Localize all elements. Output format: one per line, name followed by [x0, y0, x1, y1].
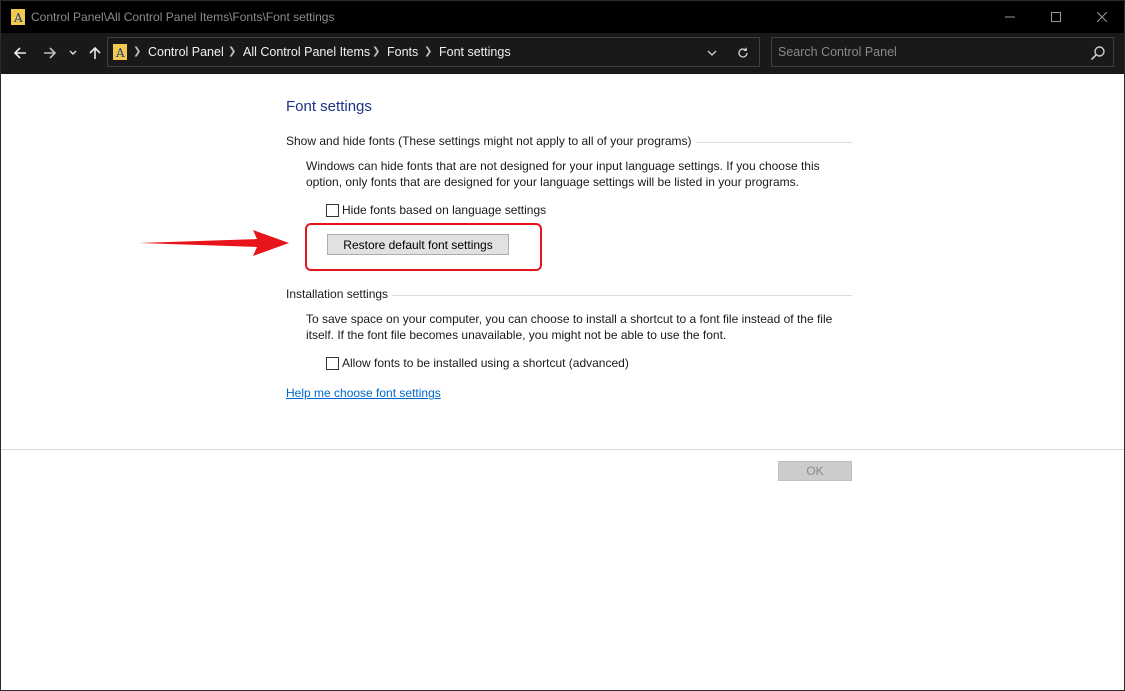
breadcrumb-fonts[interactable]: Fonts — [387, 45, 418, 59]
recent-locations-button[interactable] — [65, 41, 81, 65]
refresh-icon — [738, 47, 748, 58]
maximize-button[interactable] — [1033, 1, 1079, 33]
close-icon — [1097, 12, 1107, 22]
arrow-up-icon — [89, 46, 101, 59]
address-bar[interactable]: A ❯ Control Panel ❯ All Control Panel It… — [107, 37, 760, 67]
hide-fonts-checkbox-label[interactable]: Hide fonts based on language settings — [342, 203, 546, 217]
ok-button[interactable]: OK — [778, 461, 852, 481]
title-bar: A Control Panel\All Control Panel Items\… — [1, 1, 1124, 33]
show-hide-description: Windows can hide fonts that are not desi… — [306, 159, 820, 189]
show-hide-group-label: Show and hide fonts (These settings migh… — [286, 134, 696, 148]
chevron-down-icon — [69, 50, 77, 55]
installation-group-label: Installation settings — [286, 287, 393, 301]
allow-shortcut-checkbox[interactable] — [326, 356, 339, 370]
footer-divider — [1, 449, 1124, 450]
window-title: Control Panel\All Control Panel Items\Fo… — [31, 10, 335, 24]
minimize-icon — [1005, 16, 1015, 18]
minimize-button[interactable] — [987, 1, 1033, 33]
search-icon[interactable] — [1090, 45, 1106, 61]
restore-default-font-settings-button[interactable]: Restore default font settings — [327, 234, 509, 255]
back-button[interactable] — [9, 41, 31, 65]
hide-fonts-checkbox-row[interactable]: Hide fonts based on language settings — [326, 202, 546, 218]
breadcrumb-separator[interactable]: ❯ — [228, 46, 236, 57]
address-history-button[interactable] — [704, 45, 720, 61]
chevron-down-icon — [707, 50, 717, 56]
refresh-button[interactable] — [734, 44, 752, 62]
breadcrumb-separator[interactable]: ❯ — [424, 46, 432, 57]
forward-button[interactable] — [39, 41, 61, 65]
breadcrumb-all-items[interactable]: All Control Panel Items — [243, 45, 370, 59]
arrow-left-icon — [13, 47, 26, 59]
content-area: Font settings Show and hide fonts (These… — [1, 74, 1124, 450]
fonts-folder-icon: A — [11, 9, 25, 25]
font-settings-window: A Control Panel\All Control Panel Items\… — [0, 0, 1125, 691]
search-input[interactable] — [778, 43, 1078, 61]
close-button[interactable] — [1079, 1, 1125, 33]
maximize-icon — [1051, 12, 1061, 22]
allow-shortcut-checkbox-label[interactable]: Allow fonts to be installed using a shor… — [342, 356, 629, 370]
svg-text:A: A — [115, 46, 125, 60]
annotation-arrow-icon — [139, 230, 289, 256]
breadcrumb-control-panel[interactable]: Control Panel — [148, 45, 224, 59]
allow-shortcut-checkbox-row[interactable]: Allow fonts to be installed using a shor… — [326, 355, 629, 371]
breadcrumb-separator[interactable]: ❯ — [133, 46, 141, 57]
arrow-right-icon — [44, 47, 57, 59]
page-title: Font settings — [286, 98, 372, 115]
fonts-folder-icon: A — [113, 44, 127, 60]
up-button[interactable] — [84, 41, 106, 65]
navigation-bar: A ❯ Control Panel ❯ All Control Panel It… — [1, 33, 1124, 74]
help-choose-font-settings-link[interactable]: Help me choose font settings — [286, 386, 441, 400]
breadcrumb-separator[interactable]: ❯ — [372, 46, 380, 57]
installation-description: To save space on your computer, you can … — [306, 312, 833, 342]
search-box[interactable] — [771, 37, 1114, 67]
breadcrumb-font-settings[interactable]: Font settings — [439, 45, 511, 59]
svg-text:A: A — [13, 11, 23, 25]
hide-fonts-checkbox[interactable] — [326, 203, 339, 217]
